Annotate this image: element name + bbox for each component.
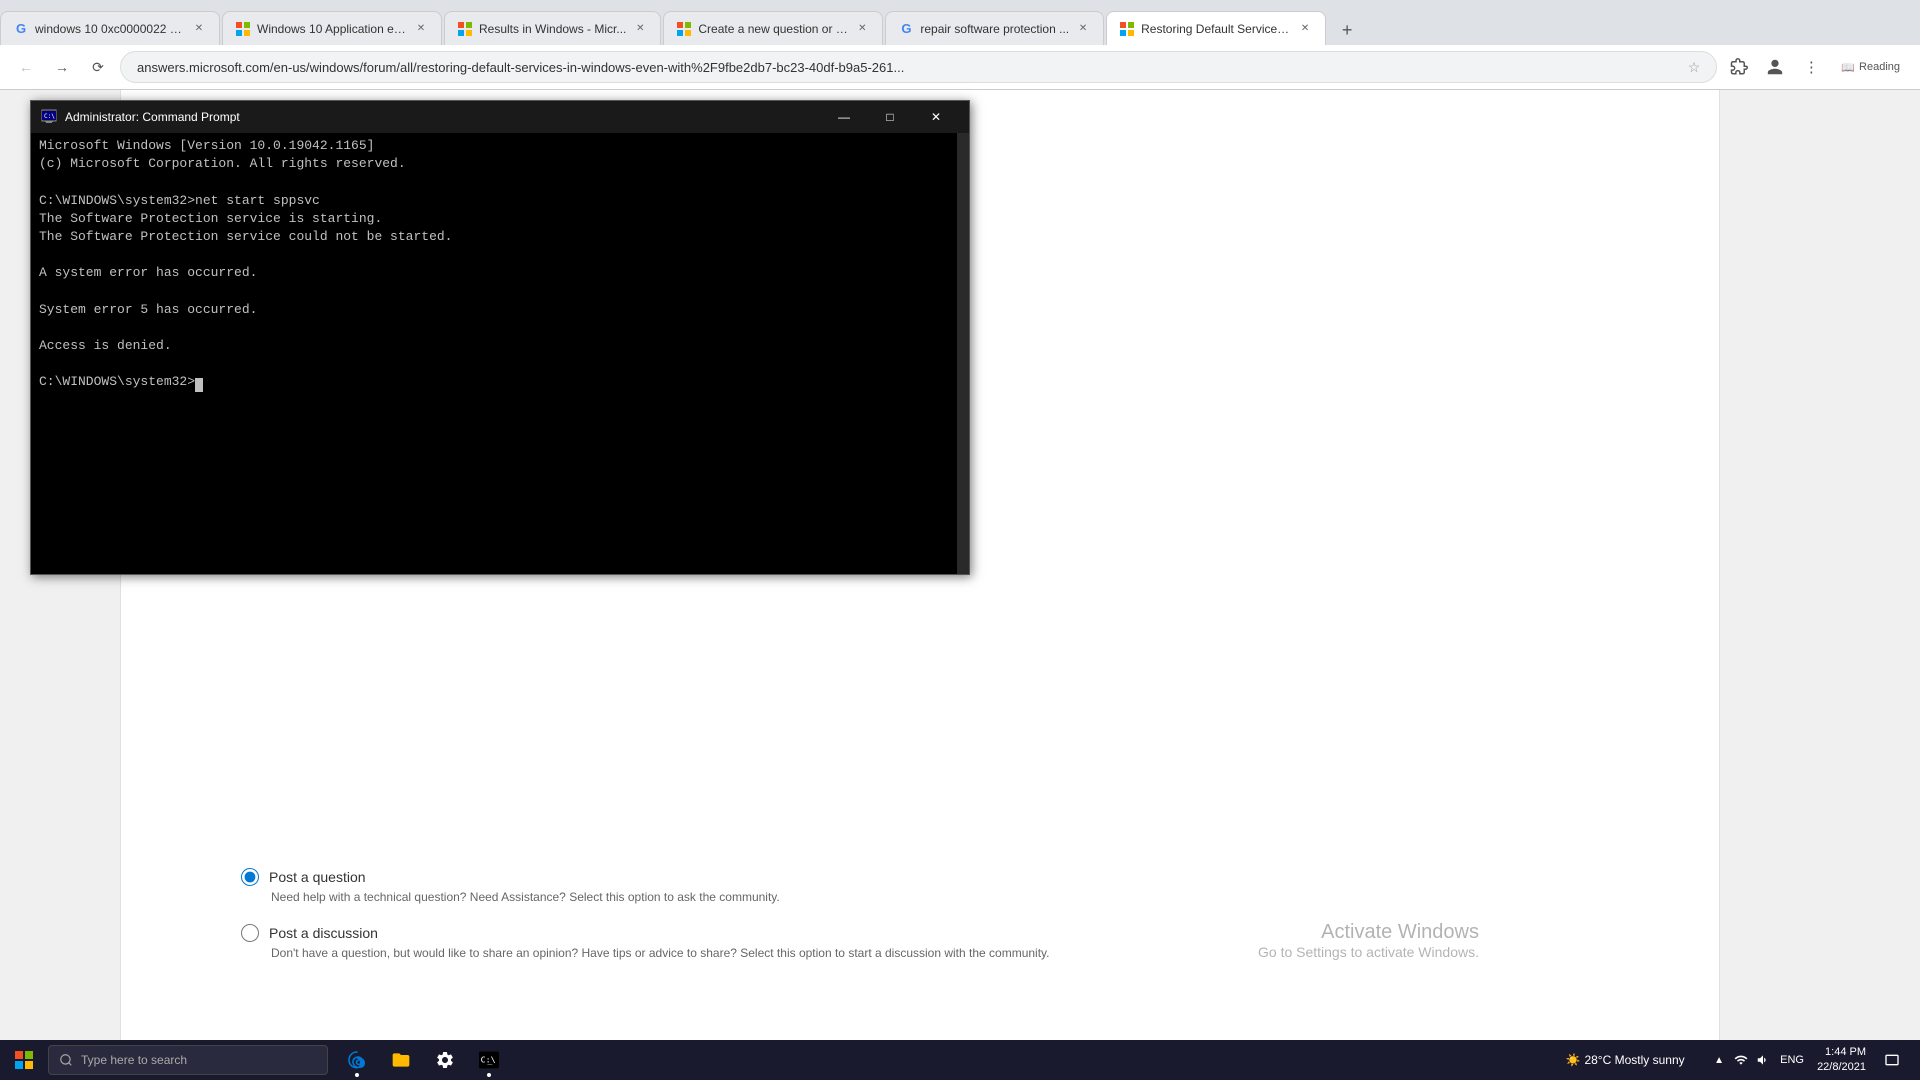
post-discussion-option[interactable]: Post a discussion Don't have a question,… — [241, 924, 1499, 960]
post-question-radio[interactable] — [241, 868, 259, 886]
sun-icon: ☀️ — [1566, 1053, 1581, 1067]
post-question-text: Post a question — [269, 869, 366, 885]
reading-list-icon: 📖 — [1841, 61, 1855, 74]
cmd-minimize-button[interactable]: — — [821, 101, 867, 133]
browser-navigation-bar: ← → ⟳ answers.microsoft.com/en-us/window… — [0, 45, 1920, 90]
browser-chrome: G windows 10 0xc0000022 - G... ✕ Windows… — [0, 0, 1920, 90]
tab-4[interactable]: Create a new question or s... ✕ — [663, 11, 883, 45]
tab-3-close[interactable]: ✕ — [632, 21, 648, 37]
cmd-window-icon: C:\ — [41, 109, 57, 125]
cmd-close-button[interactable]: ✕ — [913, 101, 959, 133]
tab-3[interactable]: Results in Windows - Micr... ✕ — [444, 11, 661, 45]
volume-icon[interactable] — [1753, 1050, 1773, 1070]
cmd-scrollbar[interactable] — [957, 133, 969, 574]
tab-5-close[interactable]: ✕ — [1075, 21, 1091, 37]
tab-5-favicon: G — [898, 21, 914, 37]
tab-2-close[interactable]: ✕ — [413, 21, 429, 37]
tab-2-favicon — [235, 21, 251, 37]
system-tray-icons: ▲ — [1709, 1050, 1773, 1070]
refresh-button[interactable]: ⟳ — [84, 53, 112, 81]
tab-4-favicon — [676, 21, 692, 37]
address-text: answers.microsoft.com/en-us/windows/foru… — [137, 60, 1680, 75]
taskbar: Type here to search C:\ — [0, 1040, 1920, 1080]
cmd-maximize-button[interactable]: □ — [867, 101, 913, 133]
edge-active-indicator — [355, 1073, 359, 1077]
post-discussion-desc: Don't have a question, but would like to… — [271, 946, 1499, 960]
cmd-body[interactable]: Microsoft Windows [Version 10.0.19042.11… — [31, 133, 969, 574]
reading-list-label: Reading — [1859, 61, 1900, 73]
weather-text: 28°C Mostly sunny — [1584, 1053, 1684, 1067]
bookmark-star-icon[interactable]: ☆ — [1688, 59, 1701, 76]
taskbar-cmd-icon[interactable]: C:\ _ — [468, 1040, 510, 1080]
cmd-active-indicator — [487, 1073, 491, 1077]
new-tab-button[interactable]: + — [1332, 15, 1362, 45]
taskbar-search[interactable]: Type here to search — [48, 1045, 328, 1075]
tab-1-favicon: G — [13, 21, 29, 37]
post-question-option[interactable]: Post a question Need help with a technic… — [241, 868, 1499, 904]
tab-5[interactable]: G repair software protection ... ✕ — [885, 11, 1104, 45]
post-question-label[interactable]: Post a question — [241, 868, 1499, 886]
notification-center-button[interactable] — [1876, 1040, 1908, 1080]
tab-1-title: windows 10 0xc0000022 - G... — [35, 22, 185, 36]
tab-5-title: repair software protection ... — [920, 22, 1069, 36]
post-discussion-label[interactable]: Post a discussion — [241, 924, 1499, 942]
back-button[interactable]: ← — [12, 53, 40, 81]
profile-button[interactable] — [1761, 53, 1789, 81]
cmd-output: Microsoft Windows [Version 10.0.19042.11… — [39, 137, 961, 392]
tab-3-title: Results in Windows - Micr... — [479, 22, 626, 36]
tab-2-title: Windows 10 Application er... — [257, 22, 407, 36]
post-discussion-radio[interactable] — [241, 924, 259, 942]
start-button[interactable] — [4, 1040, 44, 1080]
tab-6-favicon — [1119, 21, 1135, 37]
taskbar-explorer-icon[interactable] — [380, 1040, 422, 1080]
language-selector[interactable]: ENG — [1777, 1050, 1807, 1070]
tab-6-title: Restoring Default Services r... — [1141, 22, 1291, 36]
taskbar-search-placeholder: Type here to search — [81, 1053, 187, 1067]
clock-date: 22/8/2021 — [1817, 1060, 1866, 1075]
taskbar-edge-icon[interactable] — [336, 1040, 378, 1080]
tab-6-close[interactable]: ✕ — [1297, 21, 1313, 37]
clock-time: 1:44 PM — [1817, 1045, 1866, 1060]
cmd-title-text: Administrator: Command Prompt — [65, 110, 821, 124]
tab-6[interactable]: Restoring Default Services r... ✕ — [1106, 11, 1326, 45]
address-bar[interactable]: answers.microsoft.com/en-us/windows/foru… — [120, 51, 1717, 83]
browser-right-icons: ⋮ 📖 Reading — [1725, 53, 1908, 81]
forward-button[interactable]: → — [48, 53, 76, 81]
svg-text:C:\: C:\ — [44, 113, 55, 120]
taskbar-systray: ☀️ 28°C Mostly sunny ▲ ENG 1:4 — [1545, 1040, 1916, 1080]
taskbar-settings-icon[interactable] — [424, 1040, 466, 1080]
show-hidden-icons-button[interactable]: ▲ — [1709, 1050, 1729, 1070]
tab-4-close[interactable]: ✕ — [854, 21, 870, 37]
post-options-container: Post a question Need help with a technic… — [241, 868, 1499, 980]
extensions-button[interactable] — [1725, 53, 1753, 81]
post-question-desc: Need help with a technical question? Nee… — [271, 890, 1499, 904]
tab-4-title: Create a new question or s... — [698, 22, 848, 36]
tab-bar: G windows 10 0xc0000022 - G... ✕ Windows… — [0, 0, 1920, 45]
tab-1-close[interactable]: ✕ — [191, 21, 207, 37]
cmd-window: C:\ Administrator: Command Prompt — □ ✕ … — [30, 100, 970, 575]
taskbar-weather-widget[interactable]: ☀️ 28°C Mostly sunny — [1545, 1050, 1705, 1070]
network-icon[interactable] — [1731, 1050, 1751, 1070]
tab-1[interactable]: G windows 10 0xc0000022 - G... ✕ — [0, 11, 220, 45]
post-discussion-text: Post a discussion — [269, 925, 378, 941]
taskbar-pinned-apps: C:\ _ — [336, 1040, 510, 1080]
cmd-window-controls: — □ ✕ — [821, 101, 959, 133]
cmd-titlebar: C:\ Administrator: Command Prompt — □ ✕ — [31, 101, 969, 133]
browser-settings-button[interactable]: ⋮ — [1797, 53, 1825, 81]
tab-2[interactable]: Windows 10 Application er... ✕ — [222, 11, 442, 45]
tab-3-favicon — [457, 21, 473, 37]
taskbar-clock[interactable]: 1:44 PM 22/8/2021 — [1811, 1045, 1872, 1076]
reading-list-button[interactable]: 📖 Reading — [1833, 57, 1908, 78]
